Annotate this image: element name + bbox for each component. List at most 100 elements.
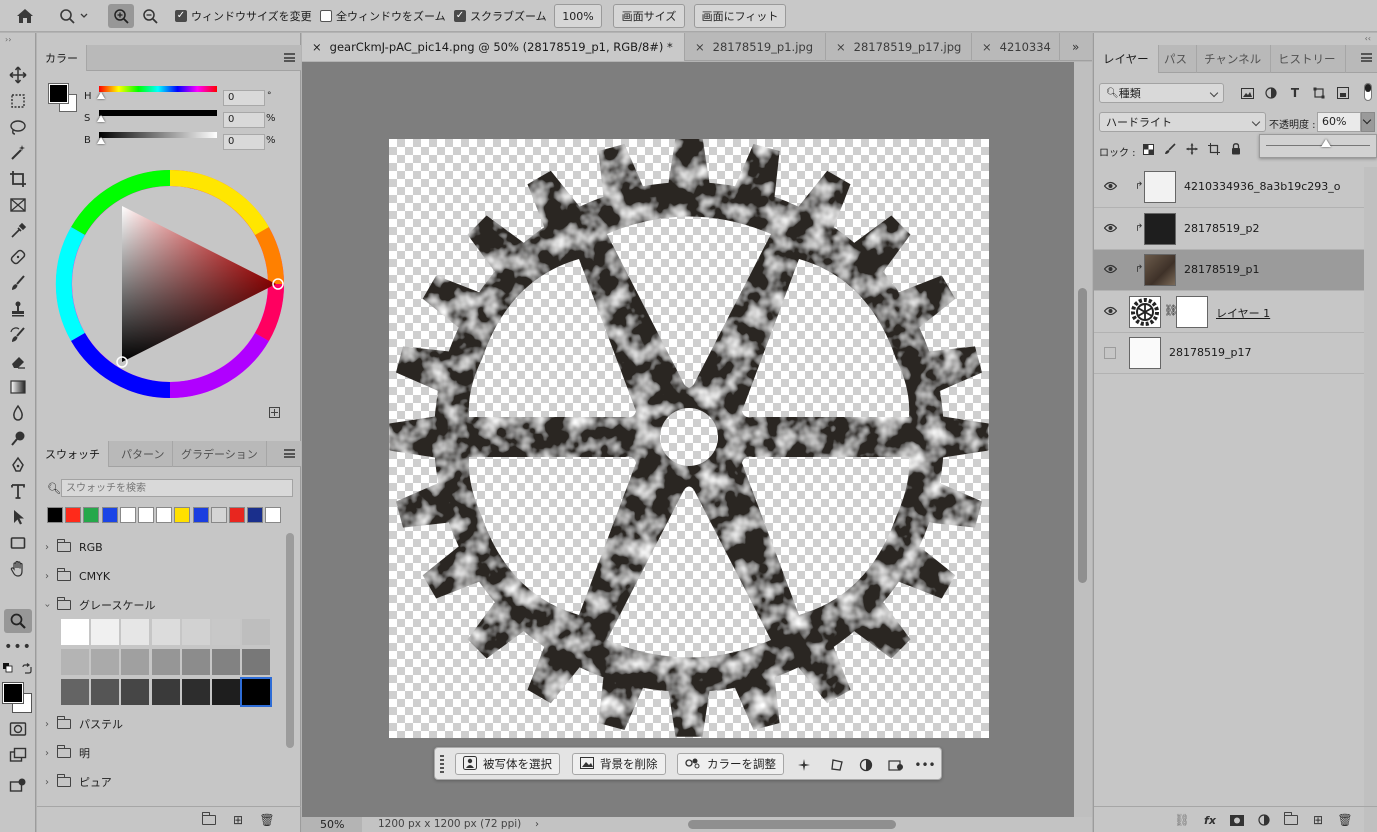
zoom-tool-preset-picker[interactable] xyxy=(54,4,94,28)
zoom-level[interactable]: 50% xyxy=(302,817,362,832)
resize-windows-option[interactable]: ✓ ウィンドウサイズを変更 xyxy=(175,4,312,28)
fit-on-screen-button[interactable]: 画面にフィット xyxy=(694,4,786,28)
grayscale-swatch[interactable] xyxy=(181,679,210,705)
zoom-all-windows-option[interactable]: 全ウィンドウをズーム xyxy=(320,4,446,28)
home-icon[interactable] xyxy=(12,4,38,28)
grayscale-swatch[interactable] xyxy=(240,677,273,707)
new-group-folder-icon[interactable] xyxy=(201,812,217,828)
move-tool-icon[interactable] xyxy=(4,63,32,87)
chevron-right-icon[interactable]: › xyxy=(45,571,49,582)
grayscale-swatch[interactable] xyxy=(181,619,210,645)
filter-shape-icon[interactable] xyxy=(1311,85,1327,101)
eraser-tool-icon[interactable] xyxy=(4,349,32,373)
add-mask-icon[interactable] xyxy=(1229,812,1245,828)
transform-icon[interactable] xyxy=(826,754,848,776)
grayscale-swatch[interactable] xyxy=(61,649,89,675)
horizontal-scroll-thumb[interactable] xyxy=(688,820,896,829)
swatch-chip[interactable] xyxy=(174,507,191,523)
swatch-chip[interactable] xyxy=(247,507,264,523)
brightness-value[interactable]: 0 xyxy=(223,134,265,150)
swap-colors-icon[interactable] xyxy=(21,663,33,675)
close-icon[interactable]: × xyxy=(695,40,705,54)
grayscale-swatch[interactable] xyxy=(91,619,120,645)
collapse-icon[interactable]: ›› xyxy=(5,35,11,44)
panel-menu-icon[interactable] xyxy=(284,449,295,458)
chevron-right-icon[interactable]: › xyxy=(45,777,49,788)
swatch-chip[interactable] xyxy=(192,507,209,523)
chevron-right-icon[interactable]: › xyxy=(45,748,49,759)
hue-value[interactable]: 0 xyxy=(223,90,265,106)
crop-tool-icon[interactable] xyxy=(4,167,32,191)
eye-icon[interactable] xyxy=(1103,223,1118,235)
layer-row[interactable]: ↱ 28178519_p1 xyxy=(1094,250,1364,291)
grayscale-swatch[interactable] xyxy=(151,679,180,705)
hand-tool-icon[interactable] xyxy=(4,557,32,581)
zoom-out-icon[interactable] xyxy=(137,4,163,28)
layer-row[interactable]: ⛓︎ レイヤー 1 xyxy=(1094,292,1364,333)
brightness-slider-handle[interactable] xyxy=(97,137,105,144)
layers-scrollbar[interactable] xyxy=(1364,167,1377,832)
filter-adjustment-icon[interactable] xyxy=(1263,85,1279,101)
swatch-chip[interactable] xyxy=(101,507,118,523)
eye-icon[interactable] xyxy=(1103,306,1118,318)
lock-position-icon[interactable] xyxy=(1184,141,1200,157)
fit-screen-size-button[interactable]: 画面サイズ xyxy=(613,4,685,28)
filter-kind-dropdown[interactable]: 🔍︎ 種類 xyxy=(1099,83,1224,103)
history-brush-tool-icon[interactable] xyxy=(4,323,32,347)
layer-row[interactable]: ↱ 28178519_p2 xyxy=(1094,209,1364,250)
dodge-tool-icon[interactable] xyxy=(4,427,32,451)
foreground-color-swatch[interactable] xyxy=(2,682,24,704)
grayscale-swatch[interactable] xyxy=(212,619,240,645)
default-colors-icon[interactable] xyxy=(3,663,13,673)
new-group-icon[interactable] xyxy=(1283,812,1299,828)
tab-swatches[interactable]: スウォッチ xyxy=(37,441,109,467)
close-icon[interactable]: × xyxy=(982,40,992,54)
lock-artboard-icon[interactable] xyxy=(1206,141,1222,157)
swatch-group-light[interactable]: › 明 xyxy=(45,742,90,764)
checkbox-checked-icon[interactable]: ✓ xyxy=(175,10,187,22)
grayscale-swatch[interactable] xyxy=(242,619,271,645)
grayscale-swatch[interactable] xyxy=(181,649,210,675)
layer-effects-icon[interactable]: fx xyxy=(1202,812,1218,828)
grayscale-swatch[interactable] xyxy=(151,619,180,645)
swatch-chip[interactable] xyxy=(47,507,63,523)
blur-tool-icon[interactable] xyxy=(4,401,32,425)
grayscale-swatch[interactable] xyxy=(151,649,180,675)
grayscale-swatch[interactable] xyxy=(212,679,240,705)
swatches-scrollbar[interactable] xyxy=(286,533,294,748)
tab-document[interactable]: × 28178519_p17.jpg xyxy=(826,33,972,61)
swatch-chip[interactable] xyxy=(65,507,82,523)
saturation-value[interactable]: 0 xyxy=(223,112,265,128)
more-tabs-icon[interactable]: » xyxy=(1072,40,1079,54)
magic-wand-tool-icon[interactable] xyxy=(4,141,32,165)
layer-mask-thumbnail[interactable] xyxy=(1176,295,1208,328)
close-icon[interactable]: × xyxy=(836,40,846,54)
swatch-chip[interactable] xyxy=(156,507,173,523)
drag-handle-icon[interactable] xyxy=(440,755,444,773)
chevron-right-icon[interactable]: › xyxy=(45,719,49,730)
share-icon[interactable] xyxy=(4,773,32,797)
swatch-group-pastel[interactable]: › パステル xyxy=(45,713,123,735)
swatch-chip[interactable] xyxy=(119,507,136,523)
tab-document[interactable]: × 4210334 xyxy=(972,33,1060,61)
brightness-slider[interactable] xyxy=(99,132,217,138)
tab-patterns[interactable]: パターン xyxy=(113,441,174,467)
new-layer-icon[interactable]: ⊞ xyxy=(1310,812,1326,828)
color-panel-fg-swatch[interactable] xyxy=(48,83,69,104)
grayscale-swatch[interactable] xyxy=(121,679,150,705)
grayscale-swatch[interactable] xyxy=(91,679,120,705)
filter-toggle[interactable] xyxy=(1364,83,1372,101)
filter-smart-object-icon[interactable] xyxy=(1335,85,1351,101)
chevron-right-icon[interactable]: › xyxy=(45,542,49,553)
document-canvas[interactable] xyxy=(389,139,989,738)
grayscale-swatch[interactable] xyxy=(212,649,240,675)
quick-mask-icon[interactable] xyxy=(4,717,32,741)
trash-icon[interactable]: 🗑︎ xyxy=(1337,812,1353,828)
swatch-group-rgb[interactable]: › RGB xyxy=(45,536,103,558)
zoom-in-icon[interactable] xyxy=(108,4,134,28)
zoom-tool-icon[interactable] xyxy=(4,609,32,633)
collapse-icon[interactable]: ‹‹ xyxy=(1365,34,1371,43)
lasso-tool-icon[interactable] xyxy=(4,115,32,139)
swatch-search-input[interactable] xyxy=(61,479,293,497)
layer-row[interactable]: 28178519_p17 xyxy=(1094,333,1364,374)
